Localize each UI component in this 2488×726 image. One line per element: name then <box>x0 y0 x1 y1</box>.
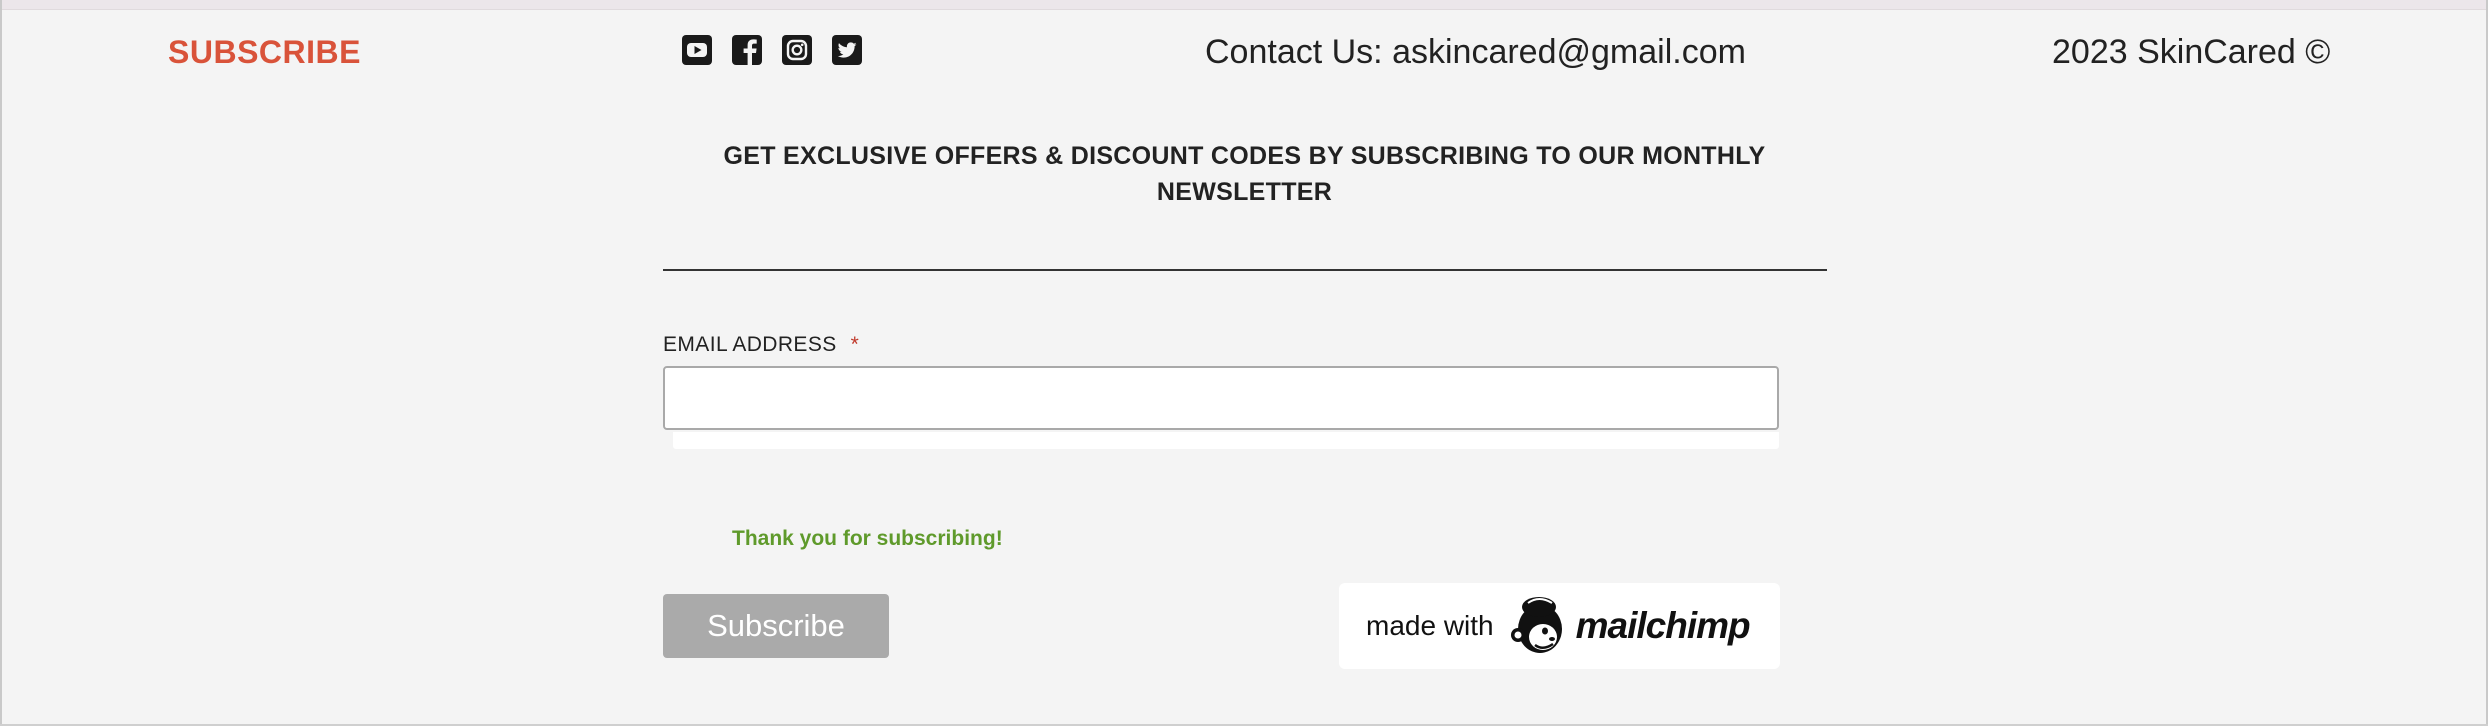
success-message: Thank you for subscribing! <box>732 527 1003 550</box>
copyright: 2023 SkinCared © <box>2052 33 2331 71</box>
instagram-icon[interactable] <box>781 34 813 66</box>
email-label: EMAIL ADDRESS * <box>663 333 859 357</box>
divider <box>663 269 1827 271</box>
social-links <box>681 34 863 66</box>
mailchimp-wordmark: mailchimp <box>1575 605 1751 646</box>
subscribe-button[interactable]: Subscribe <box>663 594 889 658</box>
mailchimp-logo-icon <box>1510 597 1562 653</box>
input-underlay <box>673 432 1779 449</box>
newsletter-headline-line1: GET EXCLUSIVE OFFERS & DISCOUNT CODES BY… <box>723 142 1766 170</box>
contact-email: Contact Us: askincared@gmail.com <box>1205 33 1746 71</box>
twitter-icon[interactable] <box>831 34 863 66</box>
facebook-icon[interactable] <box>731 34 763 66</box>
made-with-text: made with <box>1366 610 1494 641</box>
top-strip <box>0 0 2488 10</box>
email-label-text: EMAIL ADDRESS <box>663 333 837 356</box>
frame-left-edge <box>0 0 2 726</box>
newsletter-headline: GET EXCLUSIVE OFFERS & DISCOUNT CODES BY… <box>663 138 1826 210</box>
youtube-icon[interactable] <box>681 34 713 66</box>
mailchimp-badge[interactable]: made with mailchimp <box>1339 583 1780 669</box>
email-input[interactable] <box>663 366 1779 430</box>
subscribe-link[interactable]: SUBSCRIBE <box>168 34 361 71</box>
newsletter-headline-line2: NEWSLETTER <box>1156 178 1333 206</box>
required-marker: * <box>850 333 860 356</box>
